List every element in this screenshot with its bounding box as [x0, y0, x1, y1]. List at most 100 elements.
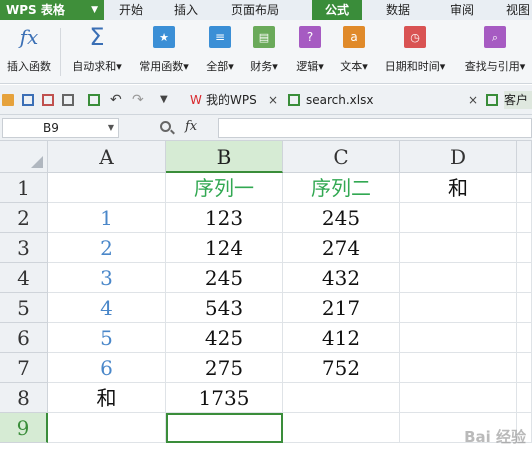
redo-icon[interactable]: ↷	[132, 93, 144, 107]
logic-functions-button[interactable]: ? 逻辑▾	[290, 24, 330, 80]
cell-b5[interactable]: 543	[166, 293, 283, 323]
column-header-b[interactable]: B	[166, 141, 283, 173]
wps-logo-icon: W	[190, 93, 202, 107]
datetime-functions-button[interactable]: ◷ 日期和时间▾	[378, 24, 452, 80]
save-icon[interactable]	[22, 94, 34, 106]
cell-e8[interactable]	[517, 383, 532, 413]
tab-review[interactable]: 审阅	[438, 0, 486, 20]
chevron-down-icon: ▾	[183, 60, 189, 73]
row-header-5[interactable]: 5	[0, 293, 48, 323]
select-all-corner[interactable]	[0, 141, 48, 173]
cell-e4[interactable]	[517, 263, 532, 293]
cell-a6[interactable]: 5	[48, 323, 166, 353]
cell-d1[interactable]: 和	[400, 173, 517, 203]
cell-a7[interactable]: 6	[48, 353, 166, 383]
zoom-icon[interactable]	[160, 121, 171, 132]
row-header-2[interactable]: 2	[0, 203, 48, 233]
finance-functions-button[interactable]: ▤ 财务▾	[244, 24, 284, 80]
tab-page-layout[interactable]: 页面布局	[214, 0, 296, 20]
cell-a8[interactable]: 和	[48, 383, 166, 413]
cell-c1[interactable]: 序列二	[283, 173, 400, 203]
cell-d8[interactable]	[400, 383, 517, 413]
cell-c8[interactable]	[283, 383, 400, 413]
row-header-7[interactable]: 7	[0, 353, 48, 383]
cell-b3[interactable]: 124	[166, 233, 283, 263]
cell-c9[interactable]	[283, 413, 400, 443]
cell-d2[interactable]	[400, 203, 517, 233]
cell-d5[interactable]	[400, 293, 517, 323]
column-header-c[interactable]: C	[283, 141, 400, 173]
row-header-6[interactable]: 6	[0, 323, 48, 353]
all-functions-button[interactable]: ≡ 全部▾	[201, 24, 239, 80]
cell-b2[interactable]: 123	[166, 203, 283, 233]
app-menu-button[interactable]: WPS 表格 ▼	[0, 0, 104, 20]
customize-toolbar-icon[interactable]: ▼	[160, 94, 172, 106]
common-functions-button[interactable]: ★ 常用函数▾	[133, 24, 195, 80]
cell-d3[interactable]	[400, 233, 517, 263]
cell-a4[interactable]: 3	[48, 263, 166, 293]
star-function-icon: ★	[153, 26, 175, 48]
tab-insert[interactable]: 插入	[158, 0, 214, 20]
row-header-1[interactable]: 1	[0, 173, 48, 203]
row-header-3[interactable]: 3	[0, 233, 48, 263]
fx-icon[interactable]: fx	[185, 119, 197, 134]
tab-data[interactable]: 数据	[374, 0, 422, 20]
tab-formula[interactable]: 公式	[312, 0, 362, 20]
row-header-9[interactable]: 9	[0, 413, 48, 443]
open-folder-icon[interactable]	[2, 94, 14, 106]
row-header-4[interactable]: 4	[0, 263, 48, 293]
autosum-button[interactable]: Σ 自动求和▾	[66, 24, 128, 80]
lookup-functions-button[interactable]: ⌕ 查找与引用▾	[458, 24, 532, 80]
formula-input[interactable]	[218, 118, 532, 138]
cell-b1[interactable]: 序列一	[166, 173, 283, 203]
formula-bar: B9 ▼ fx	[0, 115, 532, 141]
tab-search-xlsx[interactable]: search.xlsx	[306, 91, 373, 109]
cell-a3[interactable]: 2	[48, 233, 166, 263]
tab-home[interactable]: 开始	[104, 0, 158, 20]
cell-b9[interactable]	[166, 413, 283, 443]
cell-d4[interactable]	[400, 263, 517, 293]
cell-e5[interactable]	[517, 293, 532, 323]
close-icon[interactable]: ×	[268, 91, 278, 109]
cell-a9[interactable]	[48, 413, 166, 443]
cell-reference: B9	[43, 121, 59, 135]
undo-icon[interactable]: ↶	[110, 93, 122, 107]
cell-a2[interactable]: 1	[48, 203, 166, 233]
cell-b8[interactable]: 1735	[166, 383, 283, 413]
print-preview-icon[interactable]	[88, 94, 100, 106]
cell-c6[interactable]: 412	[283, 323, 400, 353]
datetime-label: 日期和时间	[384, 60, 440, 73]
column-header-e[interactable]	[517, 141, 532, 173]
cell-b6[interactable]: 425	[166, 323, 283, 353]
cell-c2[interactable]: 245	[283, 203, 400, 233]
cell-a1[interactable]	[48, 173, 166, 203]
cell-d7[interactable]	[400, 353, 517, 383]
cell-b4[interactable]: 245	[166, 263, 283, 293]
cell-e6[interactable]	[517, 323, 532, 353]
column-header-d[interactable]: D	[400, 141, 517, 173]
cell-d6[interactable]	[400, 323, 517, 353]
cell-b7[interactable]: 275	[166, 353, 283, 383]
cell-c7[interactable]: 752	[283, 353, 400, 383]
row-header-8[interactable]: 8	[0, 383, 48, 413]
tab-customer[interactable]: 客户	[504, 91, 532, 109]
close-icon[interactable]: ×	[468, 91, 478, 109]
print-icon[interactable]	[62, 94, 74, 106]
insert-function-button[interactable]: fx 插入函数	[2, 24, 56, 80]
text-functions-button[interactable]: a 文本▾	[334, 24, 374, 80]
cell-c4[interactable]: 432	[283, 263, 400, 293]
cell-e3[interactable]	[517, 233, 532, 263]
spreadsheet-file-icon	[486, 94, 498, 106]
tab-view[interactable]: 视图	[498, 0, 532, 20]
cell-e1[interactable]	[517, 173, 532, 203]
finance-icon: ▤	[253, 26, 275, 48]
cell-a5[interactable]: 4	[48, 293, 166, 323]
export-pdf-icon[interactable]	[42, 94, 54, 106]
cell-e7[interactable]	[517, 353, 532, 383]
name-box[interactable]: B9 ▼	[2, 118, 119, 138]
column-header-a[interactable]: A	[48, 141, 166, 173]
tab-my-wps[interactable]: 我的WPS	[206, 91, 257, 109]
cell-e2[interactable]	[517, 203, 532, 233]
cell-c3[interactable]: 274	[283, 233, 400, 263]
cell-c5[interactable]: 217	[283, 293, 400, 323]
